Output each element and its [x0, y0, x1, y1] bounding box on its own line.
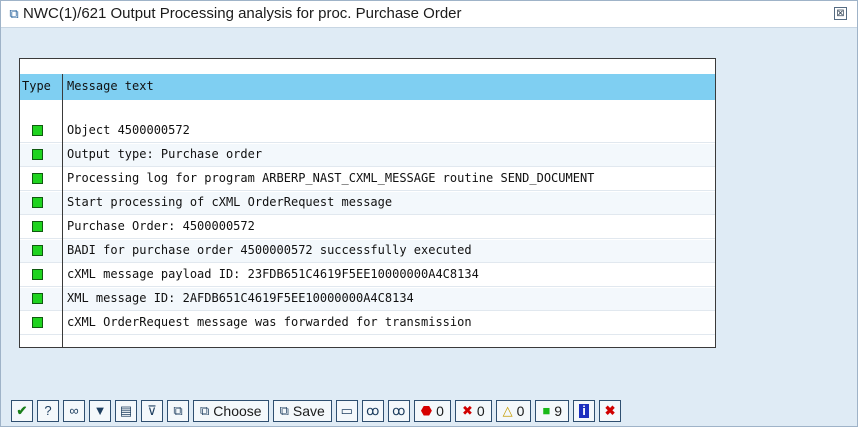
- copy-icon: ⧉: [173, 403, 183, 418]
- cancel-icon: ✖: [604, 403, 616, 418]
- print-icon: ▤: [119, 403, 133, 418]
- window-title: NWC(1)/621 Output Processing analysis fo…: [23, 5, 462, 22]
- table-row[interactable]: BADI for purchase order 4500000572 succe…: [20, 240, 715, 263]
- binoculars-icon: ꝏ: [366, 403, 380, 418]
- table-row[interactable]: Purchase Order: 4500000572: [20, 216, 715, 239]
- sort-icon: ⊽: [147, 403, 157, 418]
- continue-button[interactable]: ✔: [11, 400, 33, 422]
- success-led-icon: [32, 317, 43, 328]
- glasses-icon: ∞: [69, 403, 79, 418]
- success-led-icon: [32, 149, 43, 160]
- close-button[interactable]: ⊠: [834, 7, 847, 20]
- popup-window-icon: ⧉: [9, 6, 19, 21]
- filter-button[interactable]: ▼: [89, 400, 111, 422]
- stop-messages-button[interactable]: ⬣ 0: [413, 400, 451, 422]
- output-processing-window: ⧉ NWC(1)/621 Output Processing analysis …: [0, 0, 858, 427]
- success-icon: ■: [542, 403, 551, 418]
- success-led-icon: [32, 125, 43, 136]
- help-button[interactable]: ?: [37, 400, 59, 422]
- message-table: Type Message text Object 4500000572 Outpu…: [19, 58, 716, 348]
- column-header-message-text[interactable]: Message text: [67, 79, 154, 93]
- checkmark-icon: ✔: [16, 403, 28, 418]
- success-messages-button[interactable]: ■ 9: [535, 400, 570, 422]
- message-text: Processing log for program ARBERP_NAST_C…: [67, 171, 595, 185]
- table-header: Type Message text: [20, 74, 715, 100]
- table-row[interactable]: Start processing of cXML OrderRequest me…: [20, 192, 715, 215]
- success-led-icon: [32, 197, 43, 208]
- sort-button[interactable]: ⊽: [141, 400, 163, 422]
- success-led-icon: [32, 245, 43, 256]
- column-header-type[interactable]: Type: [22, 79, 60, 93]
- info-button[interactable]: i: [573, 400, 596, 422]
- display-button[interactable]: ▭: [335, 400, 358, 422]
- warning-messages-button[interactable]: △ 0: [495, 400, 532, 422]
- table-row[interactable]: Output type: Purchase order: [20, 144, 715, 167]
- copy-button[interactable]: ⧉: [167, 400, 189, 422]
- message-text: Output type: Purchase order: [67, 147, 263, 161]
- title-bar: ⧉ NWC(1)/621 Output Processing analysis …: [1, 1, 857, 28]
- message-text: Start processing of cXML OrderRequest me…: [67, 195, 393, 209]
- table-row[interactable]: cXML OrderRequest message was forwarded …: [20, 312, 715, 335]
- info-icon: i: [579, 404, 589, 418]
- stop-icon: ⬣: [420, 403, 433, 418]
- choose-button[interactable]: ⧉ Choose: [193, 400, 269, 422]
- toolbar: ✔ ? ∞ ▼ ▤ ⊽ ⧉ ⧉ Choose ⧉ Save ▭ ꝏ ꝏ ⬣ 0 ✖ 0 …: [11, 399, 622, 423]
- choose-icon: ⧉: [200, 403, 210, 418]
- table-row[interactable]: XML message ID: 2AFDB651C4619F5EE1000000…: [20, 288, 715, 311]
- error-icon: ✖: [461, 403, 473, 418]
- table-row[interactable]: Object 4500000572: [20, 120, 715, 143]
- message-text: BADI for purchase order 4500000572 succe…: [67, 243, 472, 257]
- message-text: Purchase Order: 4500000572: [67, 219, 255, 233]
- message-text: XML message ID: 2AFDB651C4619F5EE1000000…: [67, 291, 414, 305]
- save-button[interactable]: ⧉ Save: [272, 400, 332, 422]
- filter-icon: ▼: [93, 403, 107, 418]
- column-divider: [62, 74, 63, 347]
- save-icon: ⧉: [279, 403, 289, 418]
- print-button[interactable]: ▤: [115, 400, 137, 422]
- message-text: cXML OrderRequest message was forwarded …: [67, 315, 472, 329]
- message-text: Object 4500000572: [67, 123, 190, 137]
- success-led-icon: [32, 269, 43, 280]
- message-text: cXML message payload ID: 23FDB651C4619F5…: [67, 267, 479, 281]
- cancel-button[interactable]: ✖: [599, 400, 622, 422]
- error-messages-button[interactable]: ✖ 0: [454, 400, 492, 422]
- success-led-icon: [32, 221, 43, 232]
- glasses-button[interactable]: ∞: [63, 400, 85, 422]
- warning-icon: △: [502, 403, 513, 418]
- document-icon: ▭: [340, 403, 353, 418]
- find-next-icon: ꝏ: [392, 403, 406, 418]
- find-button[interactable]: ꝏ: [361, 400, 384, 422]
- table-row[interactable]: Processing log for program ARBERP_NAST_C…: [20, 168, 715, 191]
- find-next-button[interactable]: ꝏ: [387, 400, 410, 422]
- table-row[interactable]: cXML message payload ID: 23FDB651C4619F5…: [20, 264, 715, 287]
- help-icon: ?: [44, 403, 52, 418]
- success-led-icon: [32, 173, 43, 184]
- success-led-icon: [32, 293, 43, 304]
